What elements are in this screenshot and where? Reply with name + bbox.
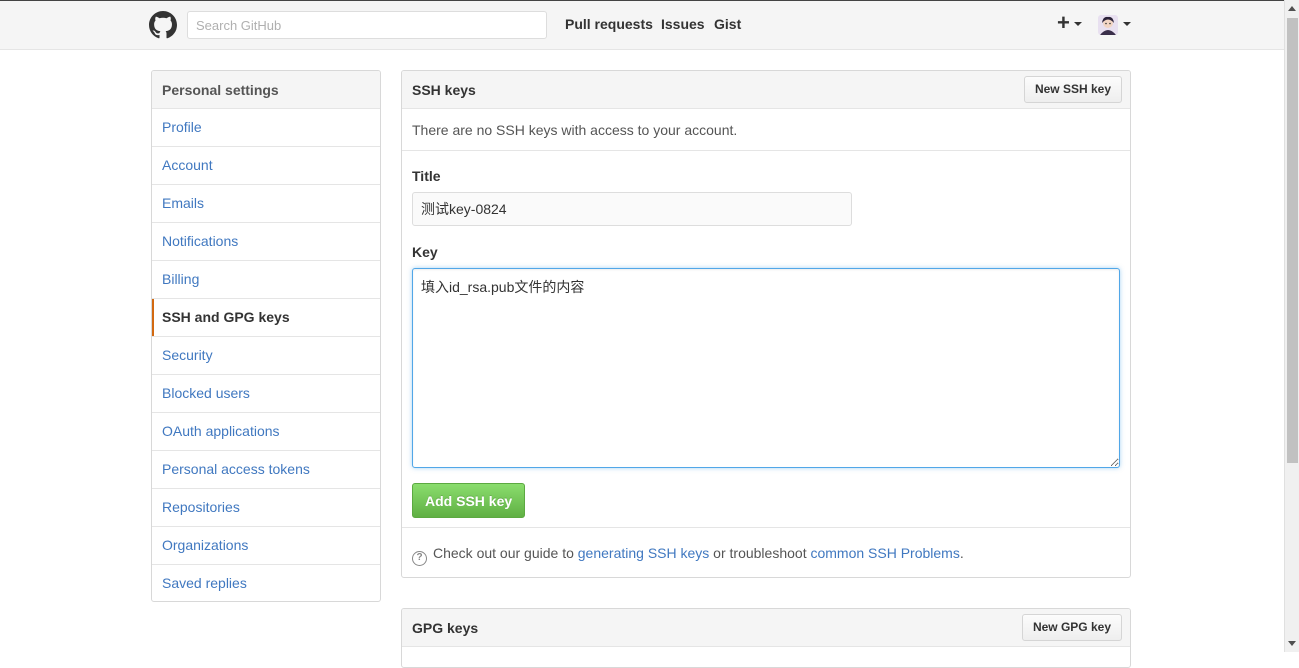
ssh-panel-header: SSH keys New SSH key <box>402 71 1130 109</box>
gpg-panel-header: GPG keys New GPG key <box>402 609 1130 647</box>
title-field[interactable] <box>412 192 852 226</box>
sidebar-item-blocked-users[interactable]: Blocked users <box>152 375 380 413</box>
sidebar-item-saved-replies[interactable]: Saved replies <box>152 565 380 601</box>
sidebar-item-repositories[interactable]: Repositories <box>152 489 380 527</box>
ssh-help-text: ? Check out our guide to generating SSH k… <box>402 527 1130 577</box>
sidebar-item-organizations[interactable]: Organizations <box>152 527 380 565</box>
avatar[interactable] <box>1098 15 1118 35</box>
gpg-keys-panel: GPG keys New GPG key <box>401 608 1131 668</box>
nav-gist[interactable]: Gist <box>714 16 741 32</box>
settings-sidebar: Personal settings Profile Account Emails… <box>151 70 381 602</box>
title-label: Title <box>412 168 441 184</box>
new-ssh-key-button[interactable]: New SSH key <box>1023 76 1122 103</box>
nav-pull-requests[interactable]: Pull requests <box>565 16 653 32</box>
sidebar-item-billing[interactable]: Billing <box>152 261 380 299</box>
help-prefix: Check out our guide to <box>433 545 578 561</box>
sidebar-item-personal-access-tokens[interactable]: Personal access tokens <box>152 451 380 489</box>
help-suffix: . <box>959 545 964 561</box>
ssh-keys-panel: SSH keys New SSH key There are no SSH ke… <box>401 70 1131 578</box>
scroll-down-arrow-icon[interactable] <box>1288 641 1296 646</box>
sidebar-item-emails[interactable]: Emails <box>152 185 380 223</box>
sidebar-item-account[interactable]: Account <box>152 147 380 185</box>
page-scrollbar[interactable] <box>1284 0 1299 652</box>
help-middle: or troubleshoot <box>709 545 811 561</box>
sidebar-item-security[interactable]: Security <box>152 337 380 375</box>
key-label: Key <box>412 244 438 260</box>
sidebar-item-oauth-applications[interactable]: OAuth applications <box>152 413 380 451</box>
empty-keys-message: There are no SSH keys with access to you… <box>402 109 1130 151</box>
gpg-panel-title: GPG keys <box>412 620 479 636</box>
sidebar-item-ssh-gpg-keys[interactable]: SSH and GPG keys <box>152 299 380 337</box>
new-gpg-key-button[interactable]: New GPG key <box>1021 614 1122 641</box>
key-textarea[interactable]: 填入id_rsa.pub文件的内容 <box>412 268 1120 468</box>
add-ssh-key-button[interactable]: Add SSH key <box>412 483 526 518</box>
sidebar-title: Personal settings <box>152 71 380 109</box>
scrollbar-thumb[interactable] <box>1287 18 1298 463</box>
scroll-up-arrow-icon[interactable] <box>1288 6 1296 11</box>
common-ssh-problems-link[interactable]: common SSH Problems <box>810 545 959 561</box>
search-input[interactable] <box>187 11 547 39</box>
generating-ssh-keys-link[interactable]: generating SSH keys <box>578 545 710 561</box>
top-header: Pull requests Issues Gist + <box>0 0 1284 50</box>
chevron-down-icon[interactable] <box>1123 22 1131 26</box>
plus-icon[interactable]: + <box>1057 12 1070 34</box>
nav-issues[interactable]: Issues <box>661 16 705 32</box>
sidebar-item-notifications[interactable]: Notifications <box>152 223 380 261</box>
question-circle-icon: ? <box>412 551 427 566</box>
ssh-panel-title: SSH keys <box>412 82 476 98</box>
github-octocat-icon[interactable] <box>149 11 177 39</box>
chevron-down-icon[interactable] <box>1074 22 1082 26</box>
sidebar-item-profile[interactable]: Profile <box>152 109 380 147</box>
